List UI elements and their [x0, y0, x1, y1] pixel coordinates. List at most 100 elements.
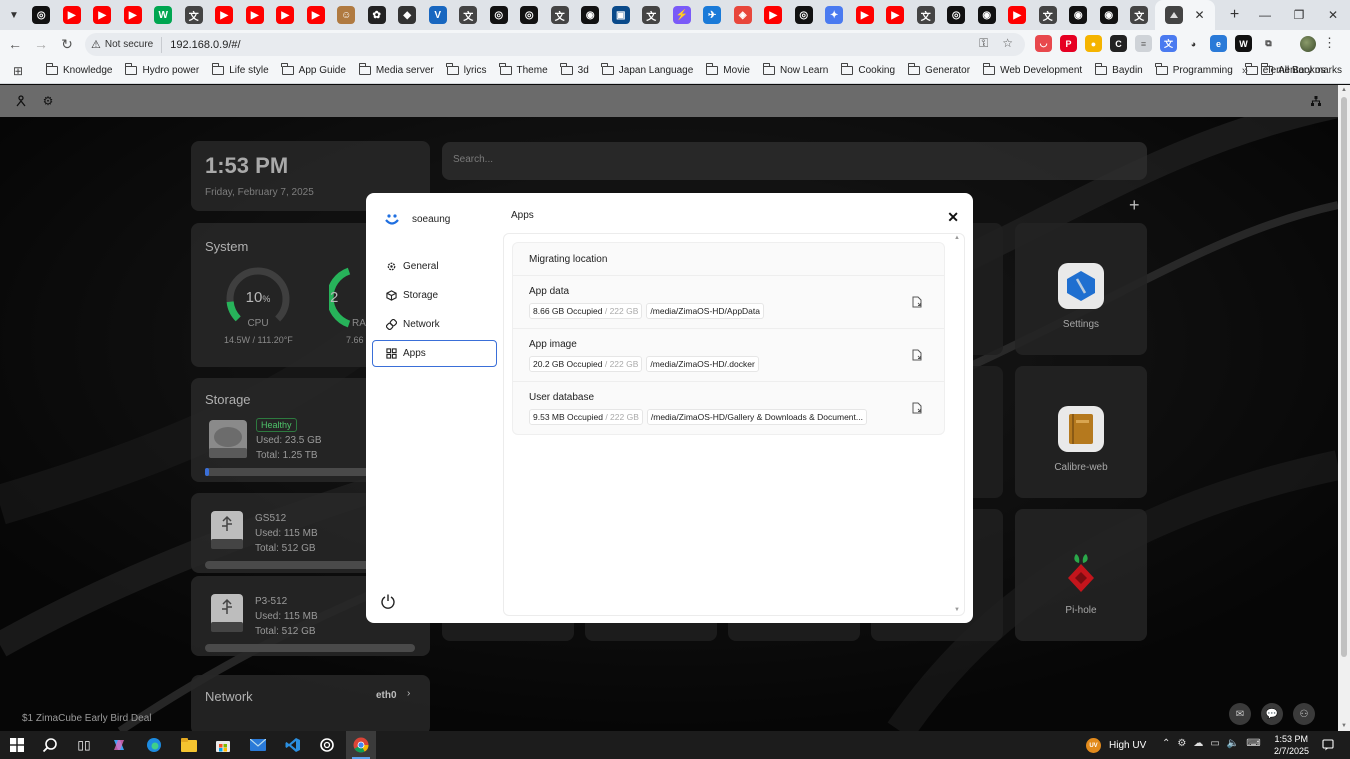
tab-search-dropdown-icon[interactable]: ▼: [4, 5, 24, 25]
pinned-tab[interactable]: V: [423, 0, 454, 30]
store-icon[interactable]: [214, 736, 232, 754]
vscode-icon[interactable]: [284, 736, 302, 754]
weather-widget[interactable]: UV High UV: [1086, 738, 1146, 753]
active-tab[interactable]: ✕: [1154, 0, 1215, 30]
pinned-tab[interactable]: ▣: [606, 0, 637, 30]
bookmark-folder[interactable]: Now Learn: [762, 63, 828, 76]
bookmark-folder[interactable]: Knowledge: [45, 63, 112, 76]
pinterest-icon[interactable]: P: [1060, 35, 1077, 52]
pinned-tab[interactable]: ◉: [972, 0, 1003, 30]
window-close-button[interactable]: ✕: [1316, 0, 1350, 30]
pocket-icon[interactable]: ◡: [1035, 35, 1052, 52]
pinned-tab[interactable]: 文: [545, 0, 576, 30]
reload-button[interactable]: ↻: [54, 36, 80, 53]
security-indicator[interactable]: ⚠ Not secure: [91, 36, 163, 53]
pinned-tab[interactable]: ▶: [270, 0, 301, 30]
pinned-tab[interactable]: ▶: [240, 0, 271, 30]
file-explorer-icon[interactable]: [180, 736, 198, 754]
pinned-tab[interactable]: ▶: [57, 0, 88, 30]
pinned-tab[interactable]: ◆: [392, 0, 423, 30]
pinned-tab[interactable]: ◎: [789, 0, 820, 30]
pinned-tab[interactable]: ◉: [575, 0, 606, 30]
cookie-icon[interactable]: ◕: [1185, 35, 1202, 52]
settings-gear-icon[interactable]: ⚙: [41, 94, 55, 108]
c-extension-icon[interactable]: C: [1110, 35, 1127, 52]
translate-icon[interactable]: 文: [1160, 35, 1177, 52]
pinned-tab[interactable]: ◎: [514, 0, 545, 30]
minimize-button[interactable]: —: [1248, 0, 1282, 30]
browser-menu-icon[interactable]: ⋮: [1323, 35, 1336, 51]
chatgpt-app-icon[interactable]: [318, 736, 336, 754]
language-icon[interactable]: ⌨: [1246, 738, 1260, 749]
windows-start-icon[interactable]: [8, 736, 26, 754]
close-tab-icon[interactable]: ✕: [1195, 8, 1205, 22]
search-icon[interactable]: [41, 736, 59, 754]
scroll-down-arrow-icon[interactable]: ▼: [954, 607, 960, 613]
taskbar-clock[interactable]: 1:53 PM 2/7/2025: [1274, 733, 1309, 757]
pinned-tab[interactable]: ◉: [1063, 0, 1094, 30]
show-hidden-icons-icon[interactable]: ⌃: [1162, 738, 1170, 749]
reader-icon[interactable]: ≡: [1135, 35, 1152, 52]
forward-button[interactable]: →: [28, 36, 54, 52]
pinned-tab[interactable]: ✈: [697, 0, 728, 30]
honey-icon[interactable]: ●: [1085, 35, 1102, 52]
bookmark-folder[interactable]: Life style: [211, 63, 269, 76]
bookmark-folder[interactable]: Hydro power: [125, 63, 199, 76]
bookmark-folder[interactable]: Movie: [705, 63, 750, 76]
w-extension-icon[interactable]: W: [1235, 35, 1252, 52]
bookmark-folder[interactable]: lyrics: [446, 63, 487, 76]
all-bookmarks-folder[interactable]: All Bookmarks: [1260, 63, 1342, 76]
chevron-right-icon[interactable]: ›: [407, 688, 410, 699]
back-button[interactable]: ←: [2, 36, 28, 52]
cloud-icon[interactable]: ☁: [1193, 738, 1203, 749]
pinned-tab[interactable]: W: [148, 0, 179, 30]
pinned-tab[interactable]: 文: [911, 0, 942, 30]
change-location-icon[interactable]: [912, 296, 922, 308]
task-view-icon[interactable]: ▯▯: [75, 736, 93, 754]
maximize-button[interactable]: ❐: [1282, 0, 1316, 30]
scrollbar-thumb[interactable]: [1341, 97, 1347, 657]
copilot-icon[interactable]: [110, 736, 128, 754]
close-icon[interactable]: ✕: [947, 209, 959, 226]
pinned-tab[interactable]: ▶: [880, 0, 911, 30]
omnibox[interactable]: ⚠ Not secure 192.168.0.9/#/ ⚿ ☆: [85, 33, 1025, 56]
nav-item-apps[interactable]: Apps: [372, 340, 497, 367]
pinned-tab[interactable]: ◎: [484, 0, 515, 30]
extensions-puzzle-icon[interactable]: ⧉: [1260, 35, 1277, 52]
promo-link[interactable]: $1 ZimaCube Early Bird Deal: [22, 713, 152, 724]
pinned-tab[interactable]: ▶: [1002, 0, 1033, 30]
bookmark-folder[interactable]: Media server: [358, 63, 434, 76]
pinned-tab[interactable]: ▶: [118, 0, 149, 30]
support-icon[interactable]: ⚇: [1293, 703, 1315, 725]
pinned-tab[interactable]: ◎: [26, 0, 57, 30]
page-scrollbar[interactable]: ▲ ▼: [1338, 85, 1350, 731]
profile-avatar[interactable]: [1300, 36, 1316, 52]
user-icon[interactable]: [14, 94, 28, 108]
pinned-tab[interactable]: ◉: [1094, 0, 1125, 30]
bookmark-folder[interactable]: 3d: [560, 63, 589, 76]
bookmark-folder[interactable]: Generator: [907, 63, 970, 76]
nav-item-network[interactable]: Network: [372, 311, 497, 338]
speaker-icon[interactable]: 🔈: [1227, 738, 1239, 749]
nav-item-general[interactable]: General: [372, 253, 497, 280]
chrome-icon[interactable]: [352, 736, 370, 754]
app-pi-hole[interactable]: Pi-hole: [1015, 509, 1147, 641]
url-text[interactable]: 192.168.0.9/#/: [170, 39, 240, 51]
mail-icon[interactable]: ✉: [1229, 703, 1251, 725]
pinned-tab[interactable]: ▶: [301, 0, 332, 30]
password-key-icon[interactable]: ⚿: [979, 36, 988, 51]
pinned-tab[interactable]: 文: [453, 0, 484, 30]
pinned-tab[interactable]: ▶: [209, 0, 240, 30]
pinned-tab[interactable]: 文: [179, 0, 210, 30]
bookmark-star-icon[interactable]: ☆: [1002, 36, 1013, 51]
pinned-tab[interactable]: 文: [1124, 0, 1155, 30]
notifications-icon[interactable]: [1322, 739, 1334, 751]
chat-icon[interactable]: 💬: [1261, 703, 1283, 725]
scroll-up-arrow-icon[interactable]: ▲: [1341, 87, 1347, 93]
pinned-tab[interactable]: ▶: [758, 0, 789, 30]
bookmark-folder[interactable]: App Guide: [281, 63, 346, 76]
bookmark-folder[interactable]: Baydin: [1094, 63, 1143, 76]
pinned-tab[interactable]: ▶: [87, 0, 118, 30]
new-tab-button[interactable]: +: [1225, 6, 1245, 24]
network-icon[interactable]: ▭: [1210, 738, 1219, 749]
